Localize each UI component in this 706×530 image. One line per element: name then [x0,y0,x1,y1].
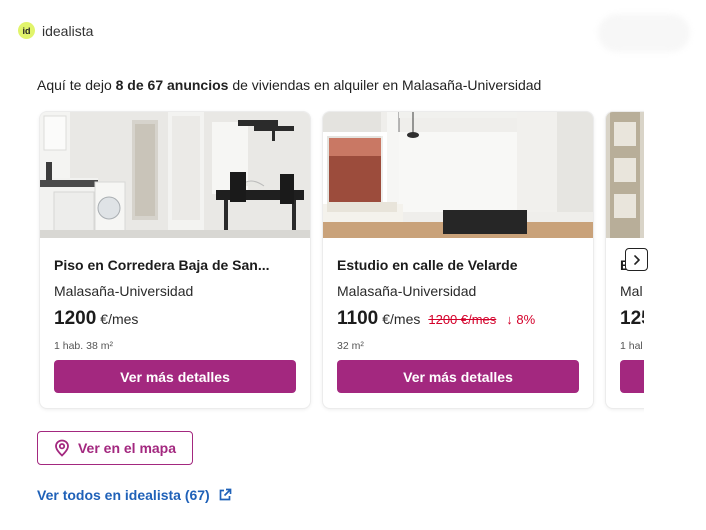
listing-title[interactable]: Piso en Corredera Baja de San... [54,257,270,273]
old-price: 1200 €/mes [428,312,497,327]
price-unit: €/mes [382,311,421,327]
price-unit: €/mes [100,311,139,327]
view-on-map-label: Ver en el mapa [77,440,177,456]
view-all-link[interactable]: Ver todos en idealista (67) [37,487,232,503]
arrow-down-icon: ↓ [506,312,513,327]
intro-text: Aquí te dejo 8 de 67 anuncios de viviend… [37,77,541,93]
listing-card[interactable]: Piso en Corredera Baja de San... Malasañ… [40,112,310,408]
view-on-map-button[interactable]: Ver en el mapa [37,431,193,465]
listing-area: Malasaña-Universidad [337,283,477,299]
external-link-icon [219,488,232,501]
listing-photo[interactable] [323,112,593,238]
listing-details: 32 m² [337,340,364,352]
listing-title[interactable]: Estudio en calle de Velarde [337,257,518,273]
brand-name: idealista [42,22,94,39]
listings-carousel: Piso en Corredera Baja de San... Malasañ… [36,108,644,413]
listing-area: Malasaña-Universidad [54,283,194,299]
price-row: 1200 €/mes [54,308,138,330]
intro-after: de viviendas en alquiler en Malasaña-Uni… [228,77,542,93]
listing-details: 1 hal [620,340,643,352]
listing-photo[interactable] [606,112,644,238]
listing-price: 125 [620,308,644,329]
price-row: 125 [620,308,644,330]
price-row: 1100 €/mes 1200 €/mes ↓ 8% [337,308,535,330]
price-drop: ↓ 8% [506,312,535,327]
listing-card[interactable]: Estudio en calle de Velarde Malasaña-Uni… [323,112,593,408]
brand: id idealista [18,22,93,39]
price-drop-value: 8% [516,312,536,327]
blurred-top-element [598,14,690,52]
listing-details: 1 hab. 38 m² [54,340,113,352]
map-pin-icon [55,439,69,457]
listing-photo[interactable] [40,112,310,238]
view-details-button[interactable]: Ver más detalles [54,360,296,393]
listing-price: 1100 [337,308,379,329]
intro-before: Aquí te dejo [37,77,116,93]
idealista-logo: id [18,22,35,39]
chevron-right-icon [633,254,640,265]
view-details-button[interactable]: Ver más detalles [337,360,579,393]
listing-price: 1200 [54,308,97,329]
view-all-label: Ver todos en idealista (67) [37,487,210,503]
carousel-next-button[interactable] [625,248,648,271]
view-details-button[interactable] [620,360,644,393]
intro-count: 8 de 67 anuncios [115,77,229,93]
listing-area: Mal [620,283,643,299]
